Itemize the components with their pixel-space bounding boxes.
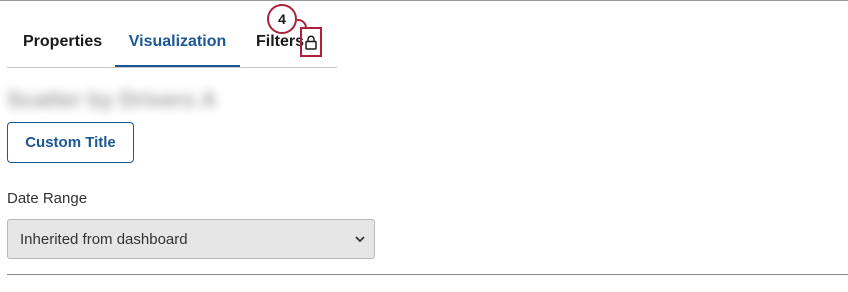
lock-icon bbox=[305, 35, 317, 50]
date-range-selected-value: Inherited from dashboard bbox=[20, 230, 188, 248]
date-range-label: Date Range bbox=[7, 190, 88, 207]
chevron-down-icon bbox=[355, 236, 365, 243]
widget-title-blurred: Scatter by Drivers A bbox=[7, 87, 217, 112]
tab-properties[interactable]: Properties bbox=[23, 24, 102, 66]
tab-visualization[interactable]: Visualization bbox=[115, 24, 240, 67]
top-divider bbox=[0, 0, 848, 1]
lock-highlight[interactable] bbox=[300, 27, 322, 57]
step-callout-badge: 4 bbox=[267, 4, 297, 34]
date-range-select[interactable]: Inherited from dashboard bbox=[7, 219, 375, 259]
section-divider bbox=[7, 274, 848, 275]
custom-title-button[interactable]: Custom Title bbox=[7, 122, 134, 163]
